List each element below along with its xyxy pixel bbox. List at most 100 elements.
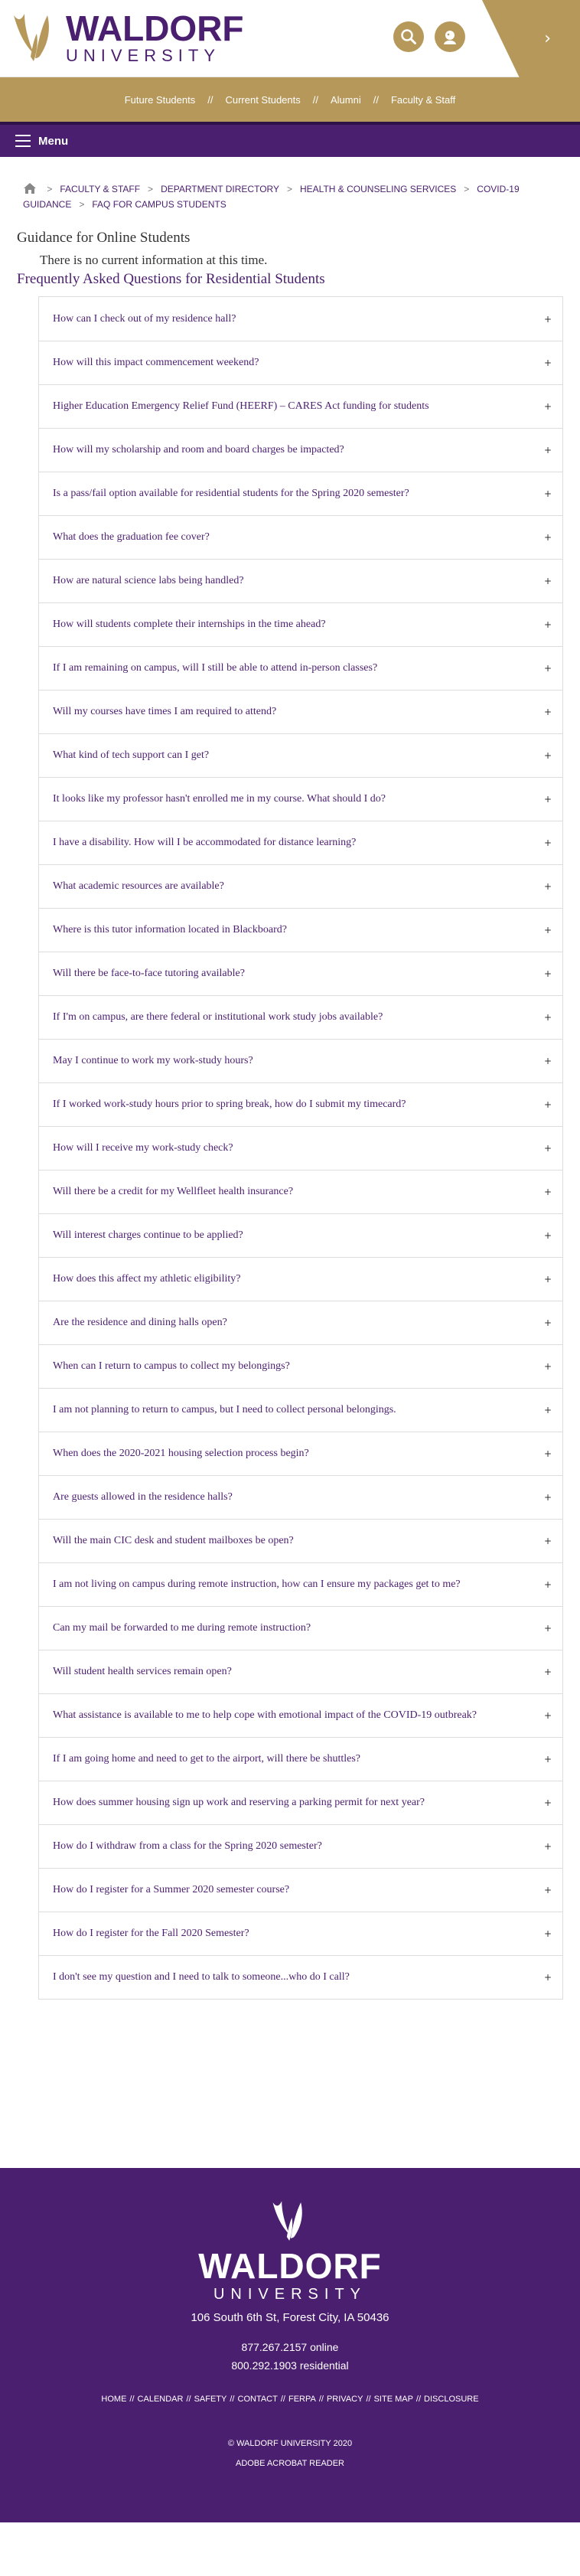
footer-link[interactable]: SITE MAP xyxy=(374,2395,413,2404)
faq-item[interactable]: How do I withdraw from a class for the S… xyxy=(39,1824,562,1868)
audience-nav-link[interactable]: Faculty & Staff xyxy=(391,94,455,106)
faq-item[interactable]: How do I register for the Fall 2020 Seme… xyxy=(39,1912,562,1955)
faq-item[interactable]: How will this impact commencement weeken… xyxy=(39,341,562,384)
faq-item[interactable]: If I am going home and need to get to th… xyxy=(39,1737,562,1781)
footer-link[interactable]: HOME xyxy=(101,2395,126,2404)
faq-item[interactable]: Can my mail be forwarded to me during re… xyxy=(39,1606,562,1650)
expand-plus-icon: + xyxy=(543,1056,552,1066)
faq-accordion: How can I check out of my residence hall… xyxy=(38,296,563,2000)
faq-item[interactable]: How do I register for a Summer 2020 seme… xyxy=(39,1868,562,1912)
faq-item[interactable]: If I worked work-study hours prior to sp… xyxy=(39,1082,562,1126)
expand-plus-icon: + xyxy=(543,488,552,499)
faq-item[interactable]: How does summer housing sign up work and… xyxy=(39,1781,562,1824)
expand-plus-icon: + xyxy=(543,1928,552,1939)
faq-item[interactable]: If I'm on campus, are there federal or i… xyxy=(39,995,562,1039)
faq-item[interactable]: How can I check out of my residence hall… xyxy=(39,297,562,341)
footer-link[interactable]: FERPA xyxy=(288,2395,316,2404)
logo-subtitle: UNIVERSITY xyxy=(66,46,221,65)
footer-logo[interactable]: WALDORF UNIVERSITY xyxy=(0,2199,580,2303)
faq-question: I am not living on campus during remote … xyxy=(53,1579,461,1590)
faq-item[interactable]: Will my courses have times I am required… xyxy=(39,690,562,733)
breadcrumb-link[interactable]: HEALTH & COUNSELING SERVICES xyxy=(300,184,456,194)
faq-item[interactable]: It looks like my professor hasn't enroll… xyxy=(39,777,562,821)
account-button[interactable] xyxy=(435,21,465,52)
faq-item[interactable]: What academic resources are available? + xyxy=(39,864,562,908)
expand-plus-icon: + xyxy=(543,1885,552,1895)
faq-item[interactable]: Will the main CIC desk and student mailb… xyxy=(39,1519,562,1562)
faq-item[interactable]: I have a disability. How will I be accom… xyxy=(39,821,562,864)
footer-link[interactable]: CALENDAR xyxy=(138,2395,184,2404)
footer-logo-title: WALDORF xyxy=(198,2246,382,2286)
expand-plus-icon: + xyxy=(543,1143,552,1154)
footer-link[interactable]: PRIVACY xyxy=(327,2395,363,2404)
expand-plus-icon: + xyxy=(543,750,552,761)
faq-item[interactable]: I am not planning to return to campus, b… xyxy=(39,1388,562,1432)
breadcrumb-separator: > xyxy=(79,199,85,210)
faq-item[interactable]: How are natural science labs being handl… xyxy=(39,559,562,602)
breadcrumb-separator: > xyxy=(286,184,292,194)
faq-item[interactable]: When can I return to campus to collect m… xyxy=(39,1344,562,1388)
expand-plus-icon: + xyxy=(543,1448,552,1459)
breadcrumb-link[interactable]: FACULTY & STAFF xyxy=(60,184,140,194)
expand-plus-icon: + xyxy=(543,532,552,543)
hamburger-icon xyxy=(15,135,31,147)
audience-nav-link[interactable]: Future Students xyxy=(125,94,196,106)
phone-residential[interactable]: 800.292.1903 residential xyxy=(0,2356,580,2375)
quick-links-toggle[interactable]: › xyxy=(482,0,580,77)
faq-item[interactable]: Are the residence and dining halls open?… xyxy=(39,1301,562,1344)
faq-item[interactable]: Higher Education Emergency Relief Fund (… xyxy=(39,384,562,428)
footer-logo-subtitle: UNIVERSITY xyxy=(213,2286,367,2303)
faq-question: I have a disability. How will I be accom… xyxy=(53,837,357,848)
expand-plus-icon: + xyxy=(543,1317,552,1328)
faq-item[interactable]: I don't see my question and I need to ta… xyxy=(39,1955,562,1999)
faq-item[interactable]: What assistance is available to me to he… xyxy=(39,1693,562,1737)
expand-plus-icon: + xyxy=(543,1841,552,1852)
faq-item[interactable]: When does the 2020-2021 housing selectio… xyxy=(39,1432,562,1475)
expand-plus-icon: + xyxy=(543,1797,552,1808)
breadcrumb-link[interactable]: DEPARTMENT DIRECTORY xyxy=(161,184,279,194)
faq-item[interactable]: How will I receive my work-study check? + xyxy=(39,1126,562,1170)
expand-plus-icon: + xyxy=(543,619,552,630)
expand-plus-icon: + xyxy=(543,663,552,674)
menu-bar[interactable]: Menu xyxy=(0,122,580,157)
phone-online[interactable]: 877.267.2157 online xyxy=(0,2338,580,2356)
footer-link[interactable]: DISCLOSURE xyxy=(424,2395,479,2404)
faq-item[interactable]: Is a pass/fail option available for resi… xyxy=(39,472,562,515)
nav-separator: // xyxy=(373,93,379,106)
faq-item[interactable]: Will student health services remain open… xyxy=(39,1650,562,1693)
faq-question: If I am remaining on campus, will I stil… xyxy=(53,662,378,674)
faq-item[interactable]: If I am remaining on campus, will I stil… xyxy=(39,646,562,690)
site-header: WALDORF UNIVERSITY › xyxy=(0,0,580,77)
expand-plus-icon: + xyxy=(543,1667,552,1677)
faq-item[interactable]: I am not living on campus during remote … xyxy=(39,1562,562,1606)
audience-nav-link[interactable]: Current Students xyxy=(225,94,300,106)
faq-item[interactable]: What kind of tech support can I get? + xyxy=(39,733,562,777)
search-button[interactable] xyxy=(393,21,424,52)
audience-nav-link[interactable]: Alumni xyxy=(331,94,361,106)
footer-link[interactable]: CONTACT xyxy=(238,2395,278,2404)
faq-item[interactable]: Are guests allowed in the residence hall… xyxy=(39,1475,562,1519)
faq-item[interactable]: May I continue to work my work-study hou… xyxy=(39,1039,562,1082)
expand-plus-icon: + xyxy=(543,1579,552,1590)
expand-plus-icon: + xyxy=(543,1623,552,1634)
faq-item[interactable]: Will there be face-to-face tutoring avai… xyxy=(39,952,562,995)
footer-link[interactable]: SAFETY xyxy=(194,2395,227,2404)
site-logo[interactable]: WALDORF UNIVERSITY xyxy=(8,11,244,66)
faq-item[interactable]: How will my scholarship and room and boa… xyxy=(39,428,562,472)
acrobat-reader-link[interactable]: ADOBE ACROBAT READER xyxy=(0,2459,580,2468)
home-icon[interactable] xyxy=(23,182,37,194)
main-content: Guidance for Online Students There is no… xyxy=(0,229,580,289)
faq-item[interactable]: What does the graduation fee cover? + xyxy=(39,515,562,559)
faq-question: Can my mail be forwarded to me during re… xyxy=(53,1622,311,1634)
faq-item[interactable]: Where is this tutor information located … xyxy=(39,908,562,952)
expand-plus-icon: + xyxy=(543,401,552,412)
faq-item[interactable]: How will students complete their interns… xyxy=(39,602,562,646)
faq-item[interactable]: How does this affect my athletic eligibi… xyxy=(39,1257,562,1301)
wing-logo-icon xyxy=(14,14,49,61)
expand-plus-icon: + xyxy=(543,576,552,586)
faq-item[interactable]: Will interest charges continue to be app… xyxy=(39,1213,562,1257)
breadcrumb-link: FAQ FOR CAMPUS STUDENTS xyxy=(92,199,226,210)
faq-item[interactable]: Will there be a credit for my Wellfleet … xyxy=(39,1170,562,1213)
footer-link-separator: // xyxy=(366,2395,371,2404)
expand-plus-icon: + xyxy=(543,881,552,892)
